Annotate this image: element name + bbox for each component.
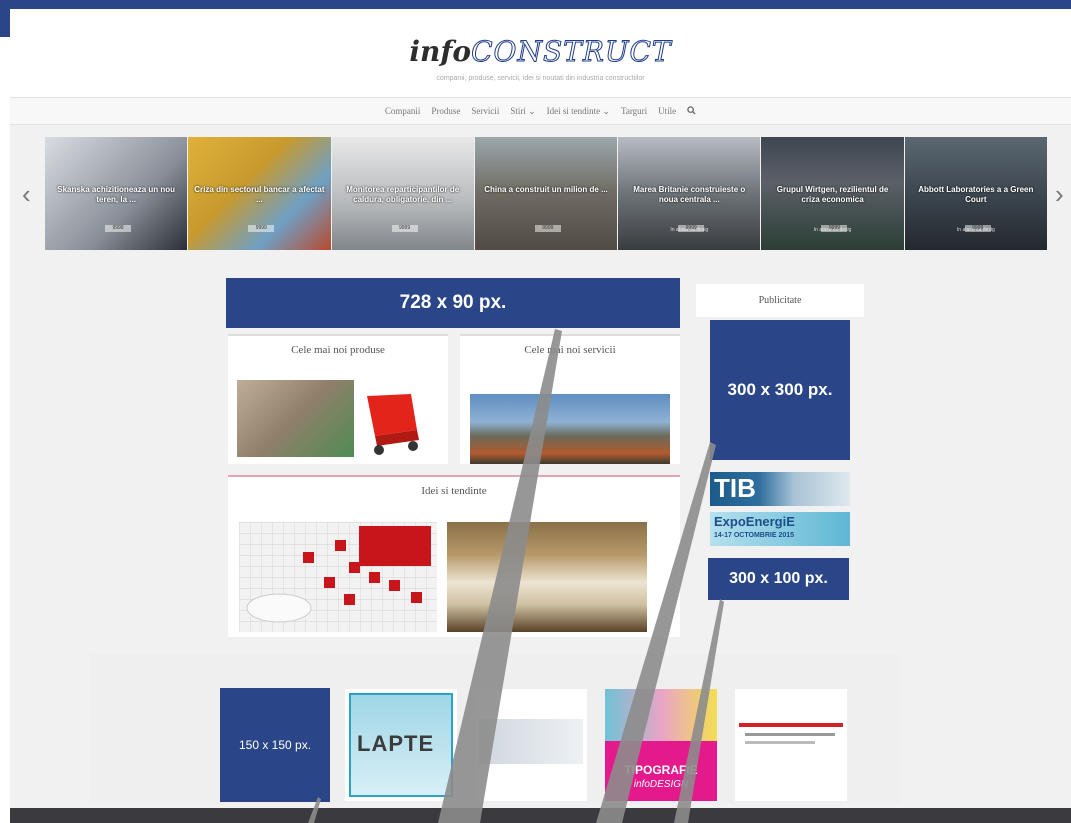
- top-accent-corner: [0, 9, 10, 37]
- page: infoCONSTRUCT companii, produse, servici…: [10, 9, 1071, 823]
- annotation-beams: [308, 329, 724, 823]
- left-frame: [0, 37, 8, 823]
- top-accent-bar: [0, 0, 1071, 9]
